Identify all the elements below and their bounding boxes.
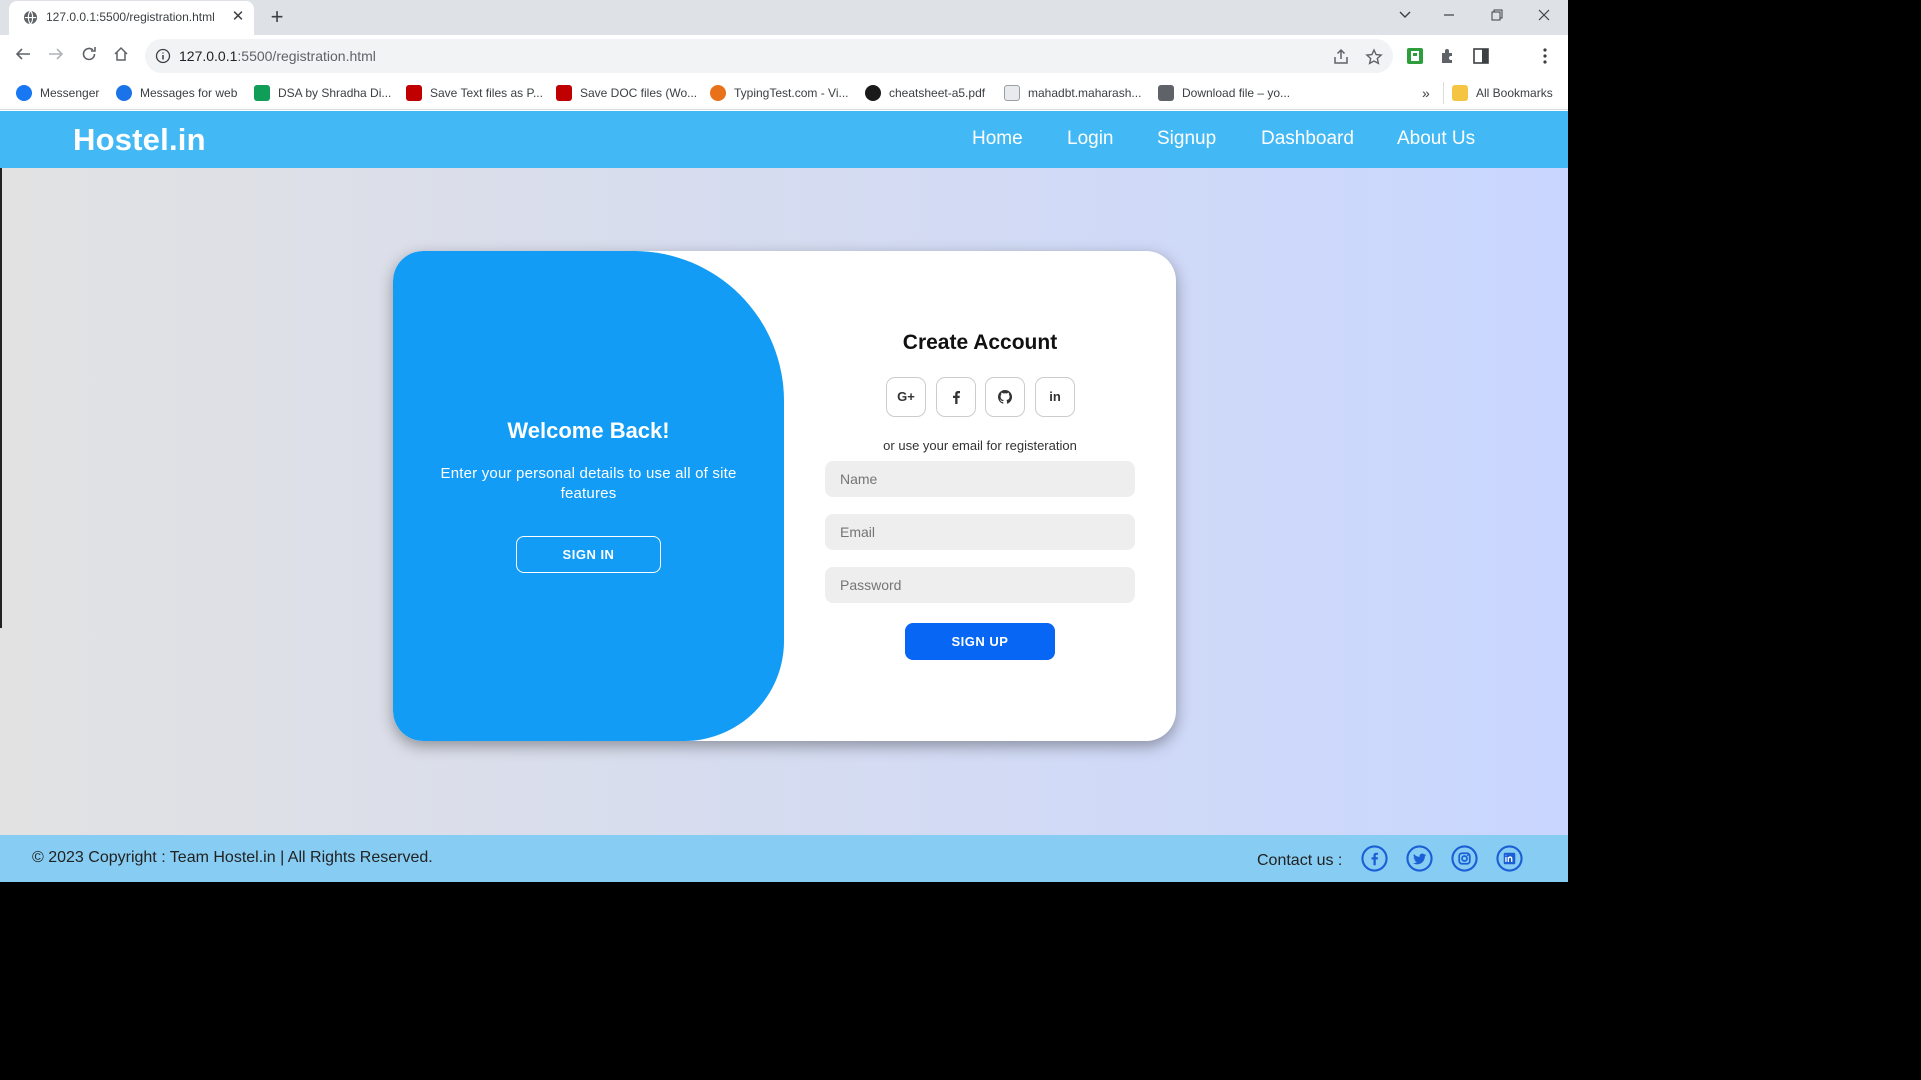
sign-up-button[interactable]: SIGN UP <box>905 623 1055 660</box>
bookmark-label: All Bookmarks <box>1476 86 1553 100</box>
browser-toolbar: 127.0.0.1:5500/registration.html <box>0 35 1568 77</box>
bookmark-dsa[interactable]: DSA by Shradha Di... <box>254 83 391 103</box>
bookmarks-divider <box>1443 82 1444 104</box>
social-buttons: G+ in <box>886 377 1076 417</box>
pdf-icon <box>406 85 422 101</box>
download-file-icon <box>1158 85 1174 101</box>
bookmark-label: Save Text files as P... <box>430 86 543 100</box>
minimize-icon[interactable] <box>1436 4 1462 28</box>
bookmark-messenger[interactable]: Messenger <box>16 83 99 103</box>
bookmarks-bar: Messenger Messages for web DSA by Shradh… <box>0 77 1568 110</box>
instagram-icon[interactable] <box>1451 845 1478 872</box>
page-icon <box>1004 85 1020 101</box>
home-icon[interactable] <box>109 44 133 68</box>
sheets-icon <box>254 85 270 101</box>
welcome-panel: Welcome Back! Enter your personal detail… <box>393 251 784 741</box>
bookmark-typingtest[interactable]: TypingTest.com - Vi... <box>710 83 849 103</box>
star-icon[interactable] <box>1365 48 1383 66</box>
typingtest-icon <box>710 85 726 101</box>
restore-icon[interactable] <box>1484 4 1510 28</box>
site-info-icon[interactable] <box>155 48 171 64</box>
bookmark-label: Download file – yo... <box>1182 86 1291 100</box>
bookmark-label: TypingTest.com - Vi... <box>734 86 849 100</box>
facebook-icon[interactable] <box>936 377 976 417</box>
google-plus-icon[interactable]: G+ <box>886 377 926 417</box>
messages-icon <box>116 85 132 101</box>
create-account-title: Create Account <box>902 331 1058 354</box>
site-footer: © 2023 Copyright : Team Hostel.in | All … <box>0 835 1568 882</box>
extension-green-icon[interactable] <box>1406 47 1424 65</box>
globe-icon <box>23 10 38 25</box>
tab-title: 127.0.0.1:5500/registration.html <box>46 10 215 24</box>
tab-strip: 127.0.0.1:5500/registration.html ✕ + <box>0 0 1568 35</box>
bookmark-label: Messages for web <box>140 86 238 100</box>
copyright-text: © 2023 Copyright : Team Hostel.in | All … <box>32 849 433 866</box>
nav-signup[interactable]: Signup <box>1157 128 1216 150</box>
new-tab-icon[interactable]: + <box>266 5 288 29</box>
facebook-icon[interactable] <box>1361 845 1388 872</box>
bookmark-label: cheatsheet-a5.pdf <box>889 86 986 100</box>
url-text: 127.0.0.1:5500/registration.html <box>179 48 376 64</box>
messenger-icon <box>16 85 32 101</box>
nav-home[interactable]: Home <box>972 128 1023 150</box>
reload-icon[interactable] <box>77 44 101 68</box>
bookmark-label: DSA by Shradha Di... <box>278 86 392 100</box>
cheatsheet-icon <box>865 85 881 101</box>
or-email-text: or use your email for registeration <box>883 438 1077 453</box>
bookmark-download[interactable]: Download file – yo... <box>1158 83 1290 103</box>
site-brand[interactable]: Hostel.in <box>73 122 206 158</box>
welcome-title: Welcome Back! <box>507 418 670 443</box>
menu-kebab-icon[interactable] <box>1536 47 1554 65</box>
extensions-puzzle-icon[interactable] <box>1439 47 1457 65</box>
tab-search-icon[interactable] <box>1392 4 1418 28</box>
contact-label: Contact us : <box>1257 852 1343 869</box>
page: Hostel.in Home Login Signup Dashboard Ab… <box>0 111 1568 882</box>
bookmark-save-text[interactable]: Save Text files as P... <box>406 83 543 103</box>
more-bookmarks-icon[interactable]: » <box>1422 83 1430 103</box>
bookmark-save-doc[interactable]: Save DOC files (Wo... <box>556 83 697 103</box>
share-icon[interactable] <box>1332 48 1350 66</box>
bookmark-label: Save DOC files (Wo... <box>580 86 698 100</box>
name-field[interactable] <box>825 461 1135 497</box>
nav-dashboard[interactable]: Dashboard <box>1261 128 1354 150</box>
bookmark-label: mahadbt.maharash... <box>1028 86 1142 100</box>
bookmark-mahadbt[interactable]: mahadbt.maharash... <box>1004 83 1141 103</box>
browser-window: 127.0.0.1:5500/registration.html ✕ + 127… <box>0 0 1568 882</box>
email-field[interactable] <box>825 514 1135 550</box>
side-panel-icon[interactable] <box>1472 47 1490 65</box>
browser-tab[interactable]: 127.0.0.1:5500/registration.html ✕ <box>9 1 254 35</box>
all-bookmarks[interactable]: All Bookmarks <box>1452 83 1553 103</box>
nav-login[interactable]: Login <box>1067 128 1114 150</box>
pdf-icon <box>556 85 572 101</box>
back-icon[interactable] <box>11 44 35 68</box>
twitter-icon[interactable] <box>1406 845 1433 872</box>
nav-about-us[interactable]: About Us <box>1397 128 1475 150</box>
password-field[interactable] <box>825 567 1135 603</box>
bookmark-cheatsheet[interactable]: cheatsheet-a5.pdf <box>865 83 985 103</box>
tab-close-icon[interactable]: ✕ <box>229 7 247 27</box>
linkedin-icon[interactable]: in <box>1035 377 1075 417</box>
welcome-text: Enter your personal details to use all o… <box>440 465 737 502</box>
folder-icon <box>1452 85 1468 101</box>
linkedin-icon[interactable] <box>1496 845 1523 872</box>
site-navbar: Hostel.in Home Login Signup Dashboard Ab… <box>0 111 1568 168</box>
bookmark-messages[interactable]: Messages for web <box>116 83 237 103</box>
bookmark-label: Messenger <box>40 86 100 100</box>
register-form: Create Account G+ in or use your email f… <box>784 251 1176 741</box>
address-bar[interactable]: 127.0.0.1:5500/registration.html <box>145 39 1393 73</box>
sign-in-button[interactable]: SIGN IN <box>516 536 661 573</box>
close-window-icon[interactable] <box>1531 4 1557 28</box>
github-icon[interactable] <box>985 377 1025 417</box>
forward-icon[interactable] <box>44 44 68 68</box>
window-edge <box>0 168 2 628</box>
auth-card: Welcome Back! Enter your personal detail… <box>393 251 1176 741</box>
